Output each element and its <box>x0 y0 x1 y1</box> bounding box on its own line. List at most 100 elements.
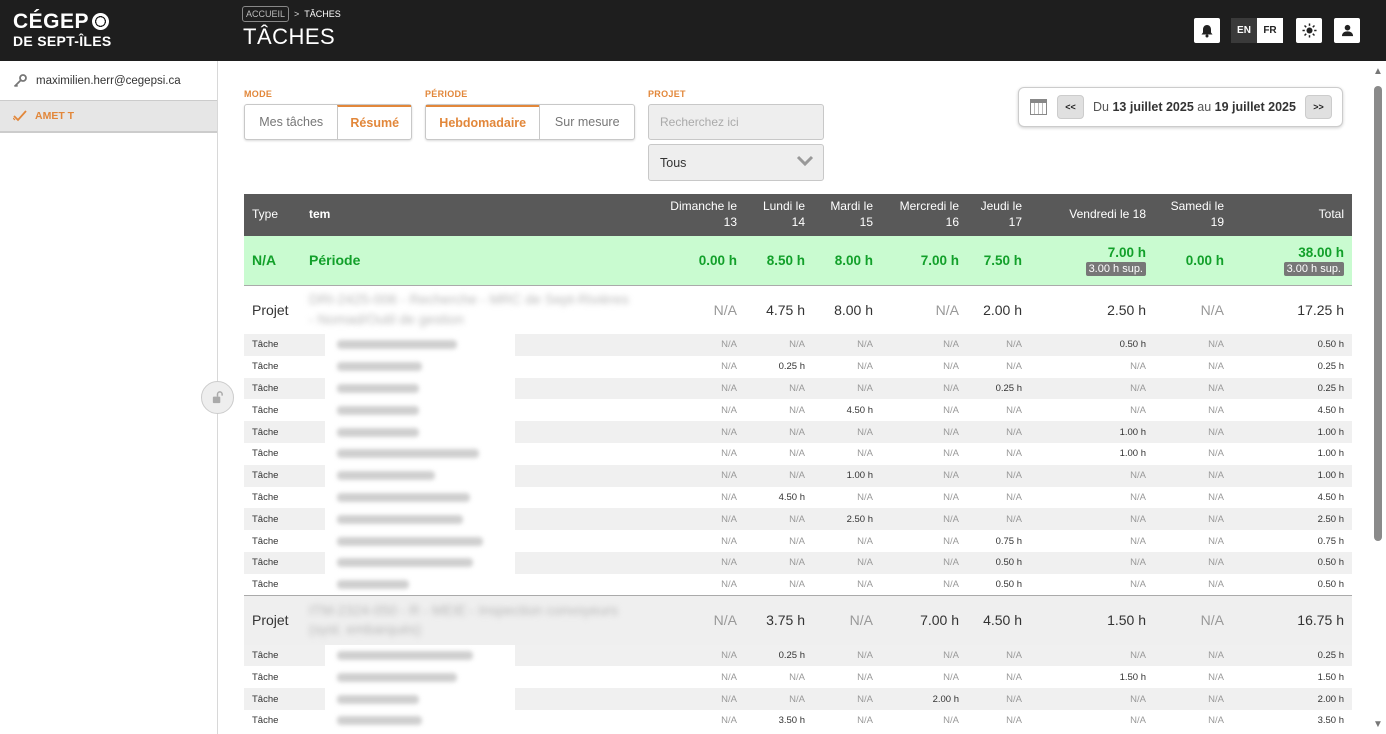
task-hours-cell: N/A <box>1154 573 1232 596</box>
task-hours-cell: N/A <box>745 377 813 400</box>
col-thursday[interactable]: Jeudi le 17 <box>967 194 1030 236</box>
task-row[interactable]: Tâchesit amet do iN/AN/AN/AN/AN/A1.00 hN… <box>244 421 1352 443</box>
col-tuesday-label: Mardi le <box>830 199 873 214</box>
lang-en-button[interactable]: EN <box>1231 18 1257 43</box>
task-row[interactable]: Tâchelabore ut magN/AN/A4.50 hN/AN/AN/AN… <box>244 399 1352 422</box>
task-hours-cell: 0.50 h <box>967 551 1030 574</box>
col-item[interactable]: tem <box>301 194 644 236</box>
task-hours-cell: N/A <box>881 334 967 356</box>
prev-week-button[interactable]: << <box>1057 95 1084 119</box>
project-row[interactable]: Projet ITM-2324-050 - R - MEIE - Inspecti… <box>244 595 1352 645</box>
scroll-thumb[interactable] <box>1374 86 1382 541</box>
col-sunday-day: 13 <box>723 215 737 229</box>
scroll-up-arrow-icon[interactable]: ▲ <box>1373 66 1383 77</box>
task-hours-cell: N/A <box>881 644 967 667</box>
task-row[interactable]: Tâchealiqua adipiscing consectN/AN/AN/AN… <box>244 334 1352 356</box>
mode-my-tasks-button[interactable]: Mes tâches <box>245 105 337 139</box>
task-hours-cell: 0.50 h <box>1232 551 1352 574</box>
task-row[interactable]: Tâchedolore amet eiusmoN/AN/A1.00 hN/AN/… <box>244 464 1352 487</box>
period-weekly-button[interactable]: Hebdomadaire <box>426 105 540 139</box>
task-hours-cell: N/A <box>881 666 967 689</box>
calendar-icon[interactable] <box>1030 99 1047 115</box>
sidebar-user[interactable]: maximilien.herr@cegepsi.ca <box>0 61 217 101</box>
task-type: Tâche <box>244 551 301 574</box>
task-hours-cell: N/A <box>813 486 881 509</box>
col-friday[interactable]: Vendredi le 18 <box>1030 194 1154 236</box>
task-hours-cell: 2.50 h <box>813 508 881 531</box>
task-type: Tâche <box>244 377 301 400</box>
task-row[interactable]: Tâcheelit do do sedN/A3.50 hN/AN/AN/AN/A… <box>244 709 1352 732</box>
task-hours-cell: N/A <box>644 551 745 574</box>
project-hours-cell: N/A <box>1154 595 1232 645</box>
page-scrollbar[interactable]: ▲ ▼ <box>1372 66 1384 730</box>
task-row[interactable]: Tâcheipsum aliqua adipiscing dolorN/A4.5… <box>244 486 1352 509</box>
project-select[interactable]: Tous <box>648 144 824 181</box>
col-total[interactable]: Total <box>1232 194 1352 236</box>
period-custom-button[interactable]: Sur mesure <box>539 105 634 139</box>
task-row[interactable]: Tâche amet dolore eiusmod tempor aliqua N/… <box>244 530 1352 552</box>
task-hours-cell: N/A <box>1030 464 1154 487</box>
project-row[interactable]: Projet DRI-2425-006 - Recherche - MRC de … <box>244 284 1352 334</box>
user-menu-button[interactable] <box>1334 18 1360 43</box>
task-hours-cell: 2.00 h <box>881 688 967 710</box>
task-hours-cell: N/A <box>813 709 881 732</box>
task-hours-cell: 0.75 h <box>1232 530 1352 552</box>
timesheet-table: Type tem Dimanche le 13 Lundi le 14 Mardi … <box>244 194 1352 732</box>
task-type: Tâche <box>244 464 301 487</box>
task-name: labore ut mag <box>301 399 644 422</box>
col-type[interactable]: Type <box>244 194 301 236</box>
theme-toggle-button[interactable] <box>1296 18 1322 43</box>
col-wednesday[interactable]: Mercredi le 16 <box>881 194 967 236</box>
task-hours-cell: N/A <box>1154 508 1232 531</box>
task-row[interactable]: Tâcheadipiscing sit amet aliquamN/AN/A2.… <box>244 508 1352 531</box>
period-cell: 7.50 h <box>967 236 1030 286</box>
project-hours-cell: 2.50 h <box>1030 284 1154 334</box>
sidebar-lock-button[interactable] <box>201 381 234 414</box>
task-hours-cell: 1.00 h <box>1232 442 1352 465</box>
task-row[interactable]: Tâchedo dolor sit amet ipsum aN/AN/AN/AN… <box>244 666 1352 689</box>
col-monday[interactable]: Lundi le 14 <box>745 194 813 236</box>
lang-fr-button[interactable]: FR <box>1257 18 1283 43</box>
task-hours-cell: 4.50 h <box>1232 399 1352 422</box>
project-hours-cell: 2.00 h <box>967 284 1030 334</box>
task-name-text: aliqua adipiscing dolor elit tem <box>337 449 480 459</box>
col-saturday[interactable]: Samedi le 19 <box>1154 194 1232 236</box>
mode-summary-button[interactable]: Résumé <box>337 105 411 139</box>
period-name: Période <box>301 236 644 286</box>
period-cell: 0.00 h <box>1154 236 1232 286</box>
task-row[interactable]: Tâchesed ut aliquaN/AN/AN/AN/A0.25 hN/AN… <box>244 377 1352 400</box>
breadcrumb-home[interactable]: ACCUEIL <box>242 6 290 22</box>
task-hours-cell: 0.25 h <box>967 377 1030 400</box>
task-hours-cell: N/A <box>1030 530 1154 552</box>
date-navigator: << Du 13 juillet 2025 au 19 juillet 2025… <box>1018 87 1343 127</box>
cegep-logo[interactable]: CÉGEP DE SEPT-ÎLES <box>13 11 112 48</box>
task-row[interactable]: Tâche aliqua adipiscing dolor elit tem N/A… <box>244 442 1352 465</box>
task-hours-cell: N/A <box>644 709 745 732</box>
task-name-text: lorem consecte <box>337 362 422 372</box>
col-tuesday[interactable]: Mardi le 15 <box>813 194 881 236</box>
task-row[interactable]: Tâchesed lorem labore incididunt exN/A0.… <box>244 644 1352 667</box>
task-row[interactable]: TâcheadipiscingN/AN/AN/AN/A0.50 hN/AN/A0… <box>244 573 1352 596</box>
chevron-down-icon <box>796 155 814 167</box>
task-hours-cell: 0.50 h <box>1232 573 1352 596</box>
task-hours-cell: N/A <box>881 442 967 465</box>
notifications-button[interactable] <box>1194 18 1220 43</box>
project-search-input[interactable]: Recherchez ici <box>648 104 824 140</box>
next-week-button[interactable]: >> <box>1304 95 1332 119</box>
col-monday-day: 14 <box>791 215 805 229</box>
task-hours-cell: 3.50 h <box>1232 709 1352 732</box>
task-hours-cell: N/A <box>1030 644 1154 667</box>
task-row[interactable]: Tâchelorem consecteN/A0.25 hN/AN/AN/AN/A… <box>244 355 1352 378</box>
project-label: PROJET <box>648 89 686 99</box>
project-hours-cell: N/A <box>644 284 745 334</box>
task-row[interactable]: Tâchedolor sit amet adipiscing elitN/AN/… <box>244 551 1352 574</box>
task-hours-cell: N/A <box>644 377 745 400</box>
period-row: N/A Période 0.00 h 8.50 h 8.00 h 7.00 h … <box>244 236 1352 286</box>
task-hours-cell: N/A <box>1154 399 1232 422</box>
scroll-down-arrow-icon[interactable]: ▼ <box>1373 719 1383 730</box>
task-hours-cell: N/A <box>745 508 813 531</box>
col-sunday[interactable]: Dimanche le 13 <box>644 194 745 236</box>
period-total-value: 38.00 h <box>1298 244 1344 260</box>
sidebar-item-amet[interactable]: AMET T <box>0 101 217 133</box>
task-row[interactable]: Tâchelabore aliquaN/AN/AN/A2.00 hN/AN/AN… <box>244 688 1352 710</box>
